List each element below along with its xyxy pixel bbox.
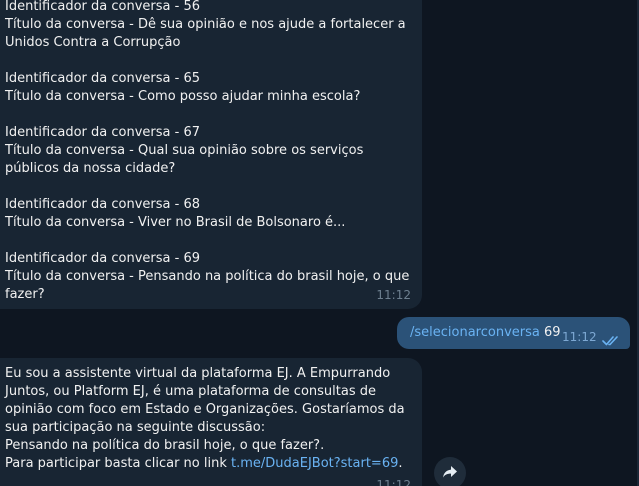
message-bubble-command[interactable]: /selecionarconversa 69 11:12 [397, 317, 630, 349]
reply-trailing-text: . [398, 456, 403, 471]
message-time: 11:12 [376, 478, 411, 486]
message-text: Eu sou a assistente virtual da plataform… [5, 365, 415, 473]
share-button[interactable] [434, 457, 466, 486]
command-text[interactable]: /selecionarconversa [410, 325, 540, 340]
message-bubble-conversation-list[interactable]: Identificador da conversa - 56 Título da… [0, 0, 422, 309]
command-link[interactable]: /selecionarconversa 69 [410, 325, 561, 340]
command-argument: 69 [539, 325, 561, 340]
bot-start-link[interactable]: t.me/DudaEJBot?start=69 [231, 456, 398, 471]
message-text: Identificador da conversa - 56 Título da… [5, 0, 410, 302]
share-icon [442, 464, 458, 483]
message-time: 11:12 [376, 288, 411, 302]
chat-history[interactable]: Identificador da conversa - 56 Título da… [0, 0, 639, 486]
double-check-icon [602, 331, 621, 350]
message-bubble-bot-reply[interactable]: Eu sou a assistente virtual da plataform… [0, 358, 422, 486]
message-time: 11:12 [562, 330, 597, 344]
